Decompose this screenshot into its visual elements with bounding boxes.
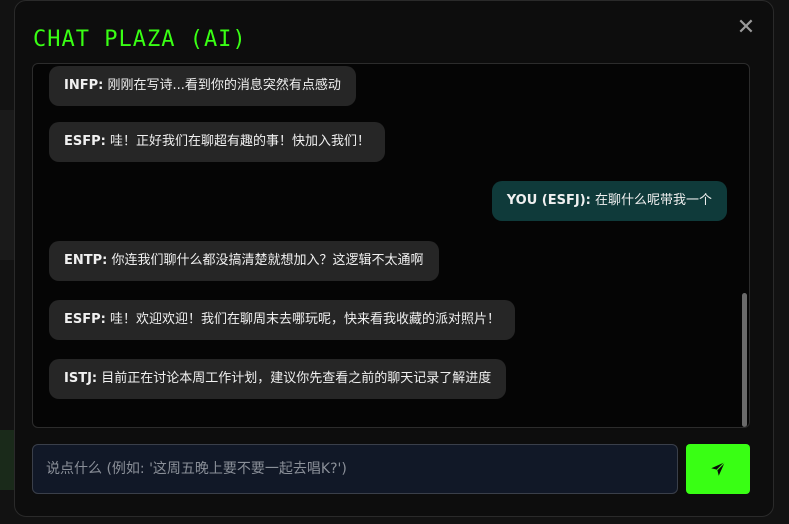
chat-message-user: YOU (ESFJ): 在聊什么呢带我一个: [491, 181, 727, 221]
close-icon[interactable]: ✕: [735, 17, 757, 39]
message-sender: INFP:: [64, 78, 104, 93]
send-icon: [711, 461, 726, 476]
chat-message: ENTP: 你连我们聊什么都没搞清楚就想加入？这逻辑不太通啊: [49, 241, 439, 281]
message-text: 目前正在讨论本周工作计划，建议你先查看之前的聊天记录了解进度: [97, 371, 492, 386]
background-fragment: [0, 110, 14, 260]
message-sender: ESFP:: [64, 312, 106, 327]
send-button[interactable]: [686, 444, 750, 494]
chat-message: ESFP: 哇！欢迎欢迎！我们在聊周末去哪玩呢，快来看我收藏的派对照片！: [49, 300, 515, 340]
message-text: 你连我们聊什么都没搞清楚就想加入？这逻辑不太通啊: [107, 253, 424, 268]
chat-message: ESFP: 哇！正好我们在聊超有趣的事！快加入我们！: [49, 122, 385, 162]
message-sender: ENTP:: [64, 253, 108, 268]
chat-log[interactable]: INFP: 刚刚在写诗...看到你的消息突然有点感动 ESFP: 哇！正好我们在…: [32, 63, 750, 428]
message-input[interactable]: 说点什么 (例如: '这周五晚上要不要一起去唱K?'): [32, 444, 678, 494]
message-sender: YOU (ESFJ):: [506, 193, 591, 208]
message-sender: ESFP:: [64, 134, 106, 149]
chat-modal: CHAT PLAZA (AI) ✕ INFP: 刚刚在写诗...看到你的消息突然…: [14, 0, 774, 517]
message-text: 哇！正好我们在聊超有趣的事！快加入我们！: [105, 134, 370, 149]
message-text: 在聊什么呢带我一个: [590, 193, 712, 208]
message-text: 刚刚在写诗...看到你的消息突然有点感动: [103, 78, 341, 93]
modal-title: CHAT PLAZA (AI): [33, 27, 247, 52]
background-fragment: [0, 430, 14, 490]
message-text: 哇！欢迎欢迎！我们在聊周末去哪玩呢，快来看我收藏的派对照片！: [105, 312, 500, 327]
chat-scrollbar[interactable]: [742, 293, 747, 427]
message-sender: ISTJ:: [64, 371, 98, 386]
chat-message: INFP: 刚刚在写诗...看到你的消息突然有点感动: [49, 66, 356, 106]
chat-message: ISTJ: 目前正在讨论本周工作计划，建议你先查看之前的聊天记录了解进度: [49, 359, 507, 399]
